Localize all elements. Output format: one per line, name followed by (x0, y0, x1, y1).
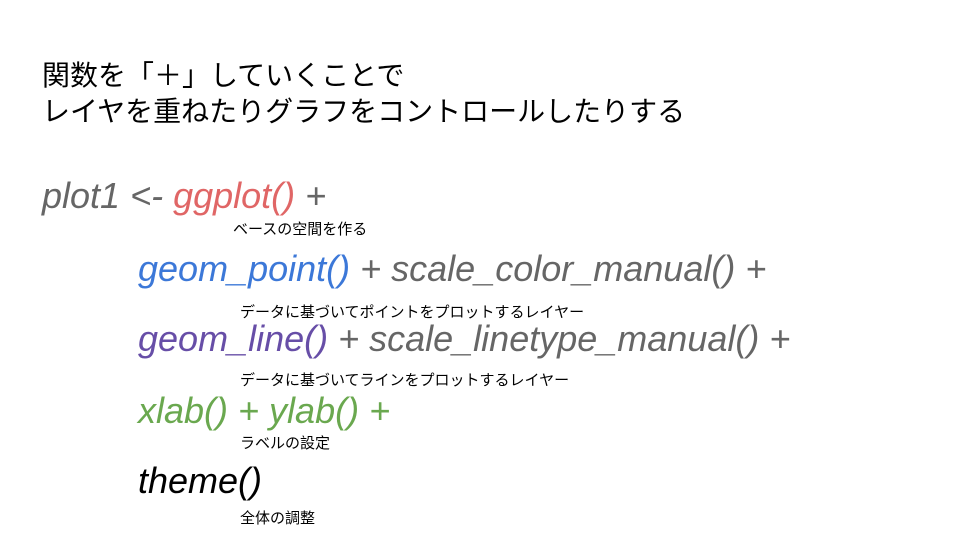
code-line-geom-point: geom_point() + scale_color_manual() + (138, 249, 766, 289)
code-line-geom-line: geom_line() + scale_linetype_manual() + (138, 319, 790, 359)
note-base: ベースの空間を作る (233, 220, 368, 238)
note-theme: 全体の調整 (240, 509, 316, 527)
code-fn-geom-point: geom_point() (138, 248, 351, 289)
code-scale-color: + scale_color_manual() + (350, 248, 767, 289)
slide-heading: 関数を「＋」していくことで レイヤを重ねたりグラフをコントロールしたりする (42, 58, 685, 130)
code-fn-geom-line: geom_line() (138, 318, 329, 359)
code-plus: + (295, 175, 327, 216)
heading-line-1: 関数を「＋」していくことで (42, 59, 405, 92)
heading-line-2: レイヤを重ねたりグラフをコントロールしたりする (42, 95, 686, 128)
note-lines: データに基づいてラインをプロットするレイヤー (240, 371, 570, 389)
code-line-labs: xlab() + ylab() + (138, 390, 391, 431)
code-line-theme: theme() (138, 460, 263, 501)
code-fn-ggplot: ggplot() (173, 175, 296, 216)
code-assign: plot1 <- (42, 175, 174, 216)
note-labels: ラベルの設定 (240, 434, 331, 452)
slide: 関数を「＋」していくことで レイヤを重ねたりグラフをコントロールしたりする pl… (0, 0, 960, 540)
code-line-ggplot: plot1 <- ggplot() + (42, 176, 326, 216)
code-scale-linetype: + scale_linetype_manual() + (328, 318, 791, 359)
